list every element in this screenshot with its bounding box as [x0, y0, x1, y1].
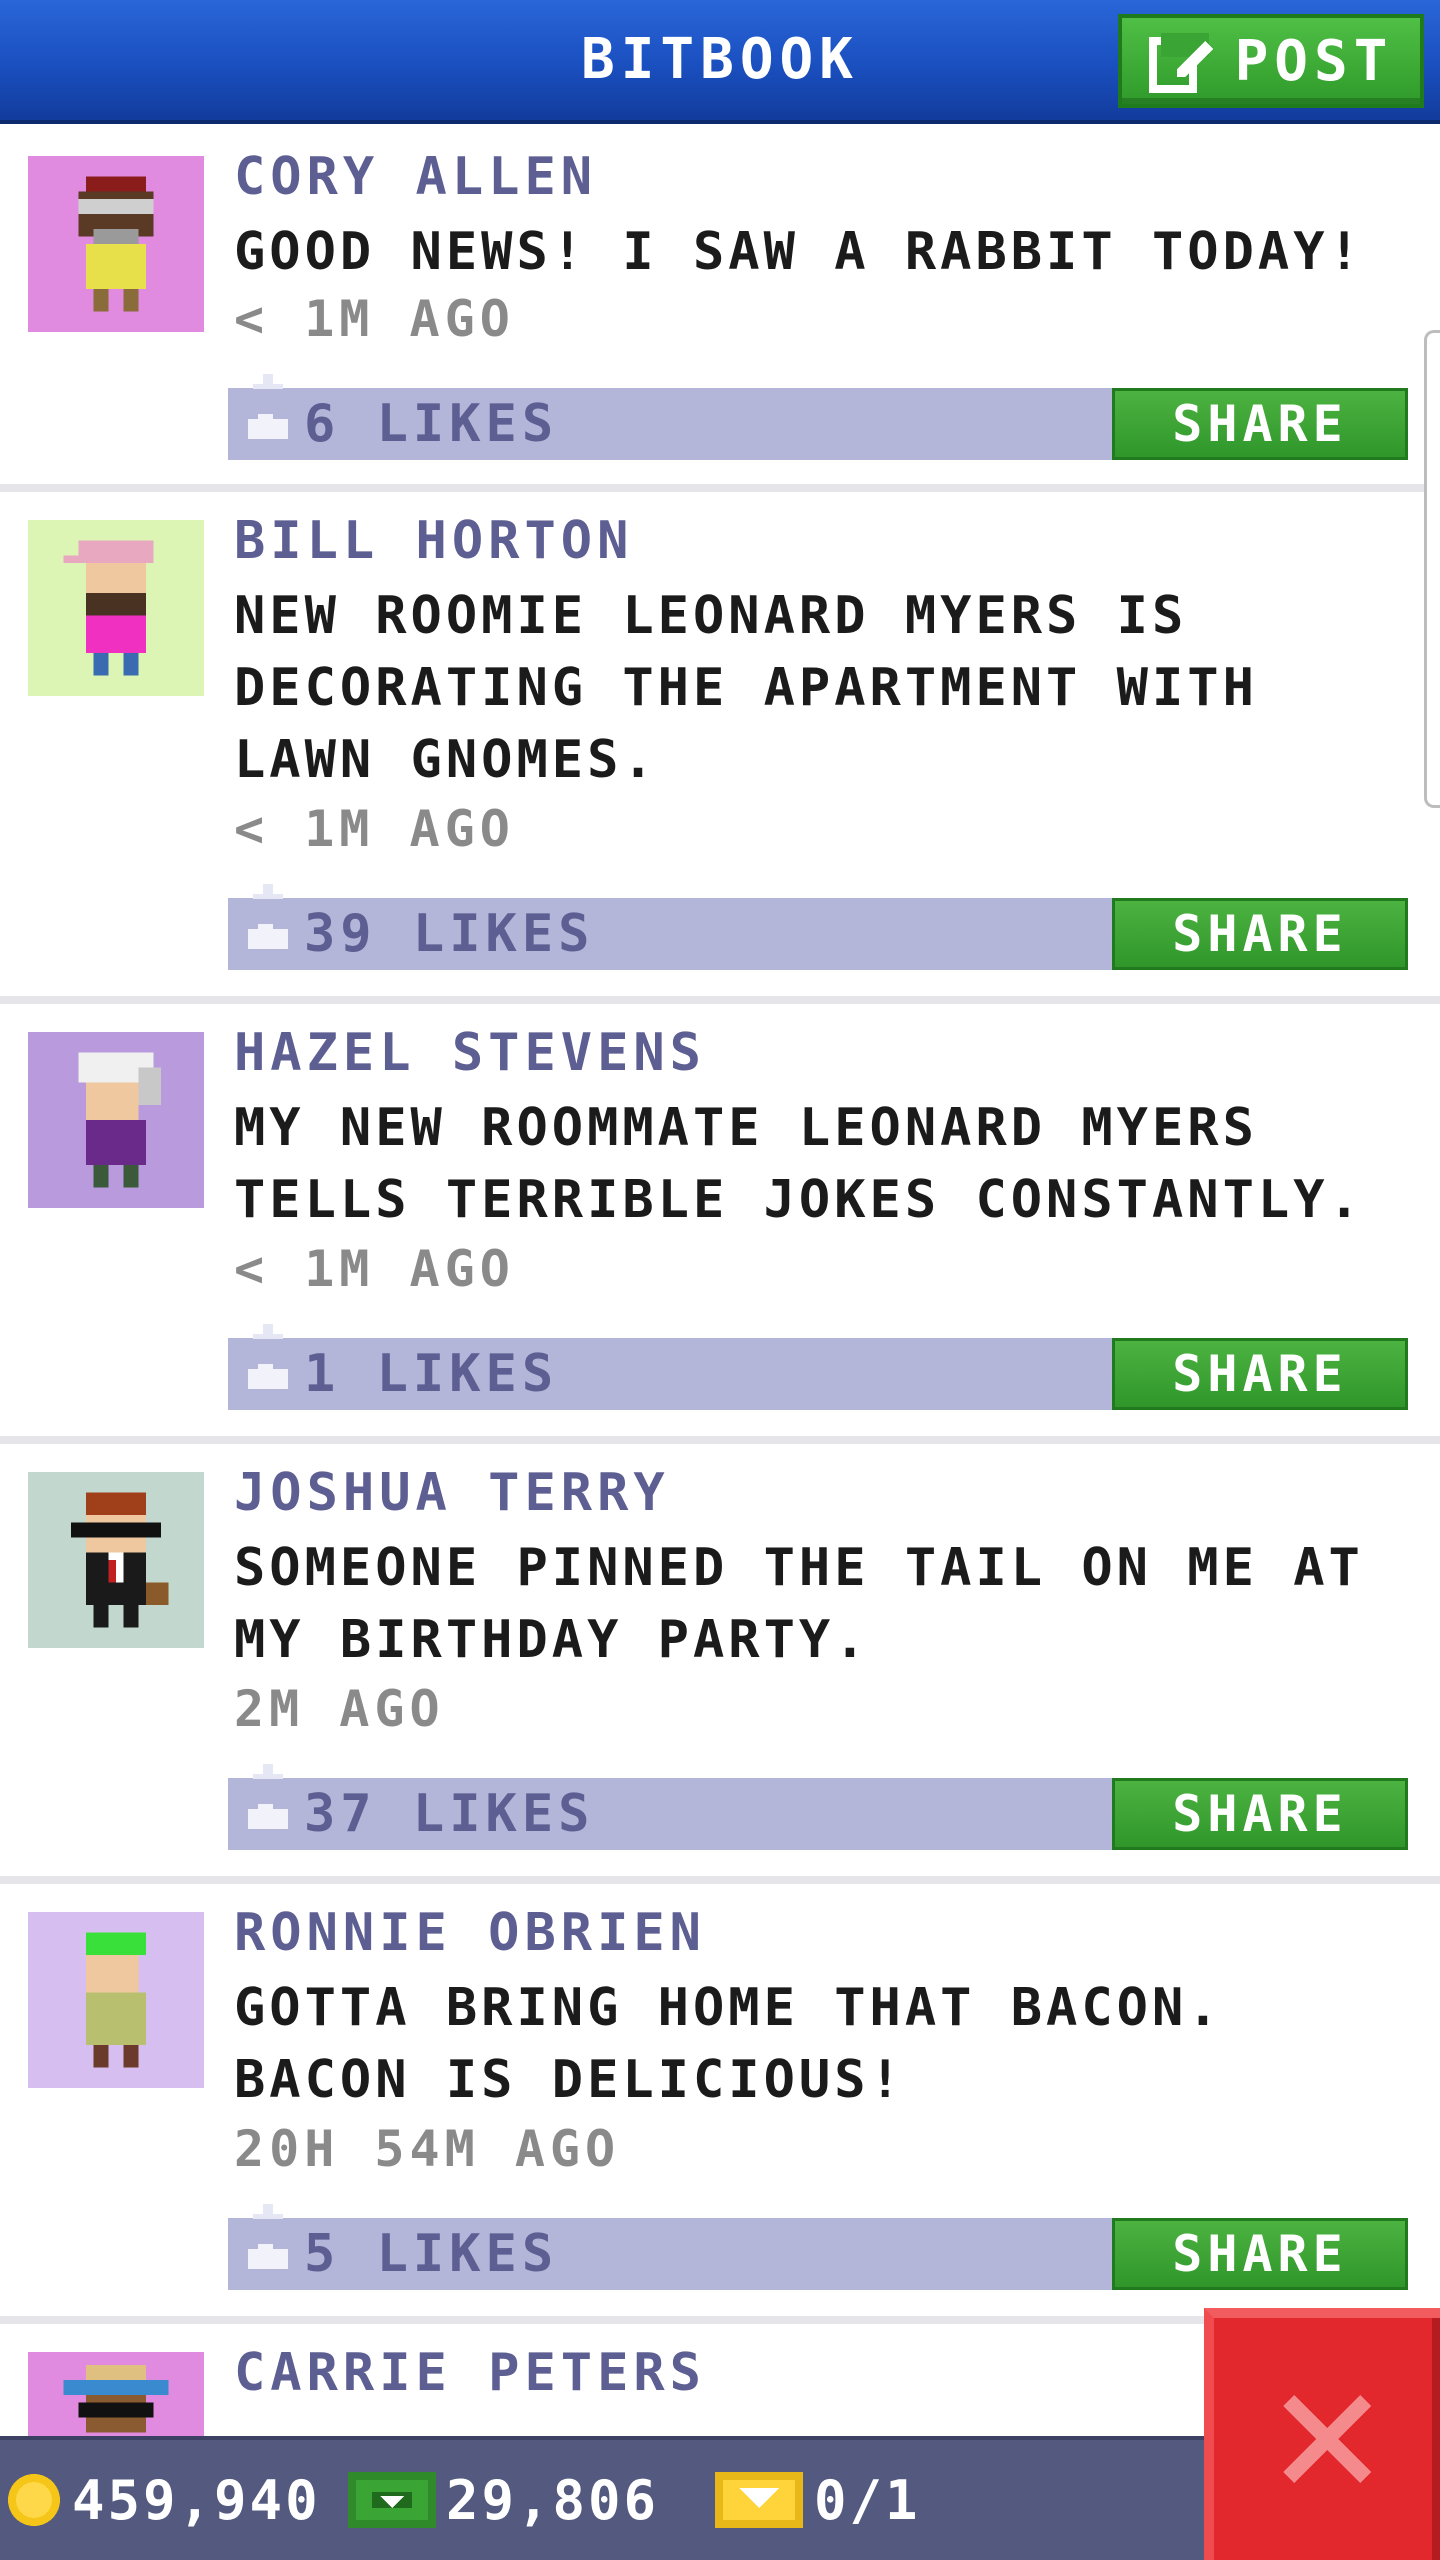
ticket-icon: [715, 2472, 803, 2528]
feed-post: BILL HORTON NEW ROOMIE LEONARD MYERS IS …: [0, 492, 1440, 1004]
thumbs-up-icon[interactable]: [238, 2204, 298, 2284]
post-message: SOMEONE PINNED THE TAIL ON ME AT MY BIRT…: [234, 1538, 1364, 1670]
post-time: < 1M AGO: [234, 800, 515, 858]
post-button-label: POST: [1234, 28, 1394, 94]
coin-icon: [8, 2474, 60, 2526]
post-message: GOTTA BRING HOME THAT BACON. BACON IS DE…: [234, 1978, 1223, 2110]
post-time: < 1M AGO: [234, 290, 515, 348]
thumbs-up-icon[interactable]: [238, 1764, 298, 1844]
post-author[interactable]: CARRIE PETERS: [234, 2342, 706, 2404]
likes-count: 5 LIKES: [304, 2224, 559, 2284]
avatar: [28, 156, 204, 332]
post-author[interactable]: CORY ALLEN: [234, 146, 597, 208]
close-icon: [1283, 2395, 1371, 2483]
feed-post: HAZEL STEVENS MY NEW ROOMMATE LEONARD MY…: [0, 1004, 1440, 1444]
post-time: 20H 54M AGO: [234, 2120, 621, 2178]
thumbs-up-icon[interactable]: [238, 1324, 298, 1404]
likes-count: 6 LIKES: [304, 394, 559, 454]
avatar: [28, 1032, 204, 1208]
likes-bar: 5 LIKES SHARE: [228, 2204, 1408, 2290]
close-button[interactable]: [1204, 2308, 1440, 2560]
feed-post: JOSHUA TERRY SOMEONE PINNED THE TAIL ON …: [0, 1444, 1440, 1884]
share-button[interactable]: SHARE: [1112, 898, 1408, 970]
post-message: GOOD NEWS! I SAW A RABBIT TODAY!: [234, 222, 1364, 282]
likes-bar: 6 LIKES SHARE: [228, 374, 1408, 460]
avatar: [28, 520, 204, 696]
bux-icon: [348, 2472, 436, 2528]
post-author[interactable]: JOSHUA TERRY: [234, 1462, 670, 1524]
post-author[interactable]: RONNIE OBRIEN: [234, 1902, 706, 1964]
share-button[interactable]: SHARE: [1112, 2218, 1408, 2290]
thumbs-up-icon[interactable]: [238, 374, 298, 454]
coins-value: 459,940: [72, 2468, 321, 2532]
avatar: [28, 1912, 204, 2088]
post-message: NEW ROOMIE LEONARD MYERS IS DECORATING T…: [234, 586, 1258, 790]
tickets-counter[interactable]: 0/1: [714, 2440, 921, 2560]
likes-bar: 39 LIKES SHARE: [228, 884, 1408, 970]
likes-bar: 37 LIKES SHARE: [228, 1764, 1408, 1850]
likes-count: 37 LIKES: [304, 1784, 595, 1844]
edit-icon: [1148, 33, 1213, 93]
likes-bar: 1 LIKES SHARE: [228, 1324, 1408, 1410]
bux-value: 29,806: [446, 2468, 660, 2532]
feed-list[interactable]: CORY ALLEN GOOD NEWS! I SAW A RABBIT TOD…: [0, 128, 1440, 2544]
share-button[interactable]: SHARE: [1112, 388, 1408, 460]
post-time: < 1M AGO: [234, 1240, 515, 1298]
thumbs-up-icon[interactable]: [238, 884, 298, 964]
feed-post: CORY ALLEN GOOD NEWS! I SAW A RABBIT TOD…: [0, 128, 1440, 492]
avatar: [28, 1472, 204, 1648]
feed-post: RONNIE OBRIEN GOTTA BRING HOME THAT BACO…: [0, 1884, 1440, 2324]
share-button[interactable]: SHARE: [1112, 1778, 1408, 1850]
bux-counter[interactable]: 29,806: [348, 2440, 659, 2560]
post-author[interactable]: HAZEL STEVENS: [234, 1022, 706, 1084]
post-button[interactable]: POST: [1118, 14, 1424, 108]
header-bar: BITBOOK POST: [0, 0, 1440, 124]
post-author[interactable]: BILL HORTON: [234, 510, 633, 572]
bitbook-screen: BITBOOK POST CORY ALLEN GOOD NEWS! I SAW…: [0, 0, 1440, 2560]
scrollbar-thumb[interactable]: [1424, 330, 1440, 808]
likes-count: 1 LIKES: [304, 1344, 559, 1404]
post-message: MY NEW ROOMMATE LEONARD MYERS TELLS TERR…: [234, 1098, 1364, 1230]
post-time: 2M AGO: [234, 1680, 445, 1738]
likes-count: 39 LIKES: [304, 904, 595, 964]
share-button[interactable]: SHARE: [1112, 1338, 1408, 1410]
tickets-value: 0/1: [814, 2468, 921, 2532]
coins-counter[interactable]: 459,940: [6, 2440, 321, 2560]
